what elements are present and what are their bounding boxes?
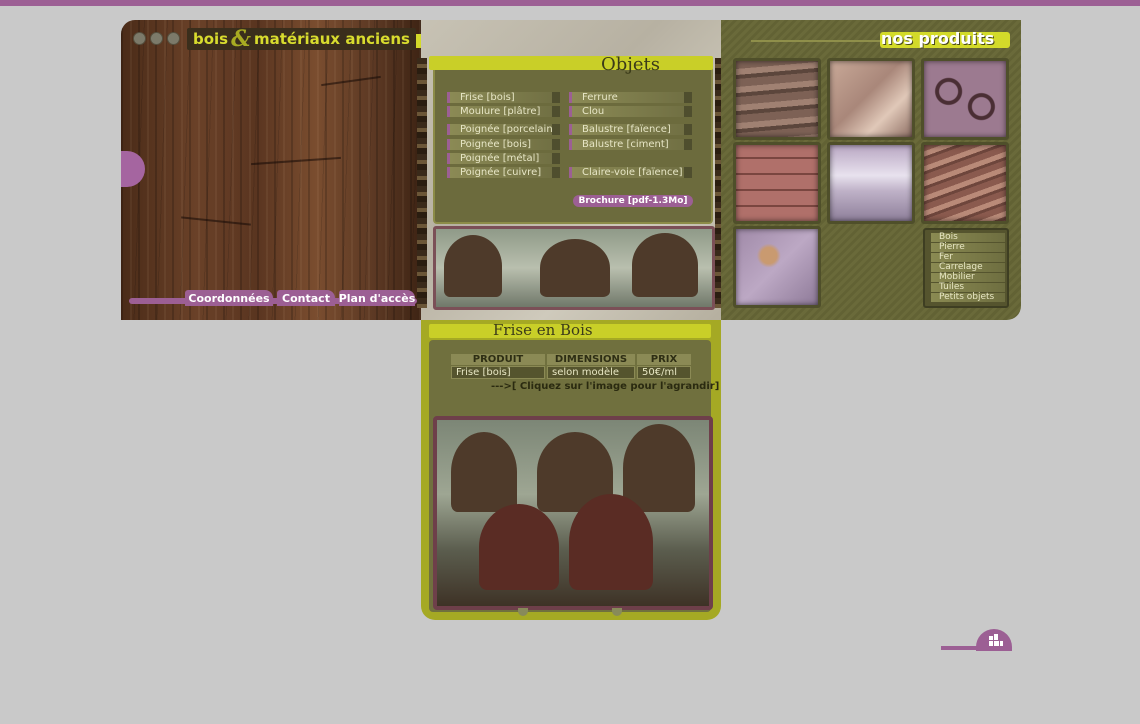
category-bois[interactable]: Bois — [931, 233, 1005, 242]
wood-crack — [321, 75, 381, 87]
objets-box: Frise [bois] Moulure [plâtre] Poignée [p… — [433, 60, 713, 224]
cell-prix: 50€/ml — [637, 366, 691, 379]
produits-title: nos produits — [881, 29, 995, 48]
produits-divider — [751, 40, 881, 42]
objet-claire-voie-faience[interactable]: Claire-voie [faïence] — [569, 167, 692, 178]
produit-tile-tuiles[interactable] — [921, 142, 1009, 224]
objets-title-bar — [429, 56, 713, 70]
product-spec-table: PRODUIT DIMENSIONS PRIX Frise [bois] sel… — [449, 353, 693, 380]
logo-word-materiaux: matériaux anciens — [254, 30, 410, 48]
wood-crack — [251, 156, 341, 166]
category-tuiles[interactable]: Tuiles — [931, 283, 1005, 292]
column-dimensions: DIMENSIONS — [547, 354, 635, 365]
detail-title: Frise en Bois — [493, 321, 593, 339]
top-accent-bar — [0, 0, 1140, 6]
frieze-shape — [444, 235, 502, 297]
frieze-shape — [632, 233, 698, 297]
objet-poignee-porcelaine[interactable]: Poignée [porcelaine] — [447, 124, 560, 135]
produit-tile-bois[interactable] — [733, 58, 821, 140]
produit-tile-fer[interactable] — [921, 58, 1009, 140]
window-dot-icon — [133, 32, 146, 45]
objets-title: Objets — [601, 54, 660, 75]
objets-panel: Frise [bois] Moulure [plâtre] Poignée [p… — [417, 20, 725, 320]
objet-clou[interactable]: Clou — [569, 106, 692, 117]
frieze-shape — [451, 432, 517, 512]
column-produit: PRODUIT — [451, 354, 545, 365]
objet-poignee-bois[interactable]: Poignée [bois] — [447, 139, 560, 150]
category-carrelage[interactable]: Carrelage — [931, 263, 1005, 272]
window-dots — [133, 30, 184, 49]
category-pierre[interactable]: Pierre — [931, 243, 1005, 252]
produit-tile-mobilier[interactable] — [827, 142, 915, 224]
window-dot-icon — [150, 32, 163, 45]
objet-poignee-metal[interactable]: Poignée [métal] — [447, 153, 560, 164]
main-nav: Coordonnées Contact Plan d'accès — [129, 290, 417, 308]
ornament-left — [417, 58, 427, 308]
produit-tile-petits-objets[interactable] — [733, 226, 821, 308]
objet-poignee-cuivre[interactable]: Poignée [cuivre] — [447, 167, 560, 178]
category-petits-objets[interactable]: Petits objets — [931, 293, 1005, 302]
wood-crack — [181, 216, 251, 226]
objet-balustre-ciment[interactable]: Balustre [ciment] — [569, 139, 692, 150]
site-logo[interactable]: bois & matériaux anciens — [187, 26, 416, 52]
frise-large-image[interactable] — [433, 416, 713, 610]
panel-knob — [518, 608, 528, 616]
frieze-shape — [623, 424, 695, 512]
objet-balustre-faience[interactable]: Balustre [faïence] — [569, 124, 692, 135]
column-prix: PRIX — [637, 354, 691, 365]
home-button[interactable] — [976, 629, 1012, 651]
frise-thumbnail-image[interactable] — [433, 226, 715, 310]
brochure-download-button[interactable]: Brochure [pdf-1.3Mo] — [573, 195, 693, 207]
category-fer[interactable]: Fer — [931, 253, 1005, 262]
objet-ferrure[interactable]: Ferrure — [569, 92, 692, 103]
frieze-shape — [569, 494, 653, 590]
nav-plan-acces[interactable]: Plan d'accès — [339, 290, 415, 306]
produit-tile-carrelage[interactable] — [733, 142, 821, 224]
cell-dimensions: selon modèle — [547, 366, 635, 379]
nav-contact[interactable]: Contact — [277, 290, 335, 306]
cell-produit: Frise [bois] — [451, 366, 545, 379]
wood-header-panel: bois & matériaux anciens Coordonnées Con… — [121, 20, 421, 320]
grid-icon — [989, 634, 1003, 646]
produits-panel: nos produits Bois Pierre Fer Carrelage M… — [721, 20, 1021, 320]
logo-ampersand: & — [231, 26, 251, 52]
frieze-shape — [479, 504, 559, 590]
table-header-row: PRODUIT DIMENSIONS PRIX — [451, 354, 691, 365]
side-tab-knob — [121, 151, 145, 187]
product-detail-panel: Frise en Bois PRODUIT DIMENSIONS PRIX Fr… — [421, 320, 721, 620]
panel-knob — [612, 608, 622, 616]
logo-word-bois: bois — [193, 30, 229, 48]
frieze-shape — [540, 239, 610, 297]
produit-tile-pierre[interactable] — [827, 58, 915, 140]
category-mobilier[interactable]: Mobilier — [931, 273, 1005, 282]
enlarge-hint: --->[ Cliquez sur l'image pour l'agrandi… — [491, 381, 720, 392]
table-row: Frise [bois] selon modèle 50€/ml — [451, 366, 691, 379]
objet-frise-bois[interactable]: Frise [bois] — [447, 92, 560, 103]
categories-menu: Bois Pierre Fer Carrelage Mobilier Tuile… — [923, 228, 1009, 308]
nav-coordonnees[interactable]: Coordonnées — [185, 290, 273, 306]
objet-moulure-platre[interactable]: Moulure [plâtre] — [447, 106, 560, 117]
window-dot-icon — [167, 32, 180, 45]
